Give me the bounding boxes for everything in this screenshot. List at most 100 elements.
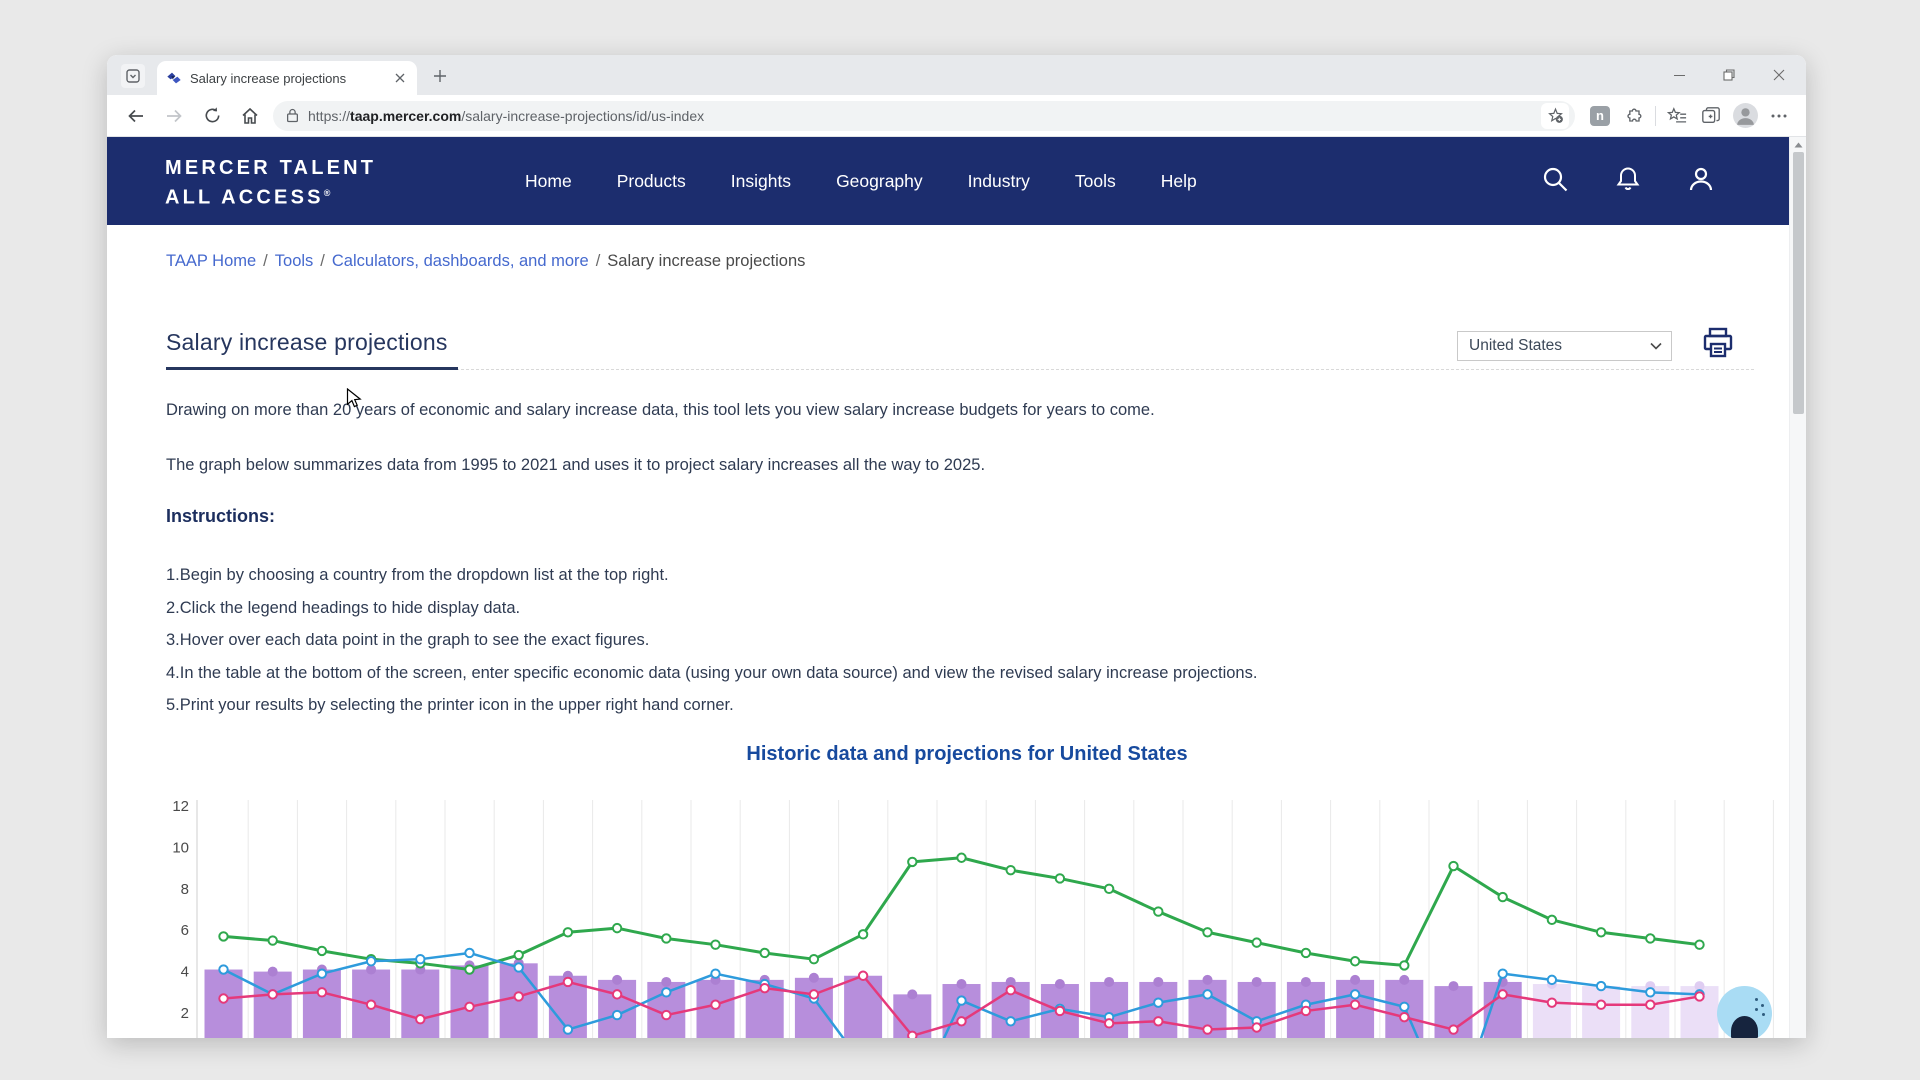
line-pink-point[interactable] bbox=[269, 990, 277, 998]
bar-2023[interactable] bbox=[1582, 986, 1620, 1038]
line-blue-point[interactable] bbox=[1400, 1003, 1408, 1011]
bar-marker[interactable] bbox=[1203, 975, 1213, 985]
line-pink-point[interactable] bbox=[1351, 1001, 1359, 1009]
bar-marker[interactable] bbox=[1449, 981, 1459, 991]
line-green-point[interactable] bbox=[219, 932, 227, 940]
line-blue-point[interactable] bbox=[1351, 990, 1359, 998]
line-pink-point[interactable] bbox=[1695, 992, 1703, 1000]
line-blue-point[interactable] bbox=[416, 955, 424, 963]
notifications-button[interactable] bbox=[1614, 165, 1642, 198]
print-button[interactable] bbox=[1699, 324, 1737, 362]
line-pink-point[interactable] bbox=[515, 992, 523, 1000]
line-pink-point[interactable] bbox=[219, 994, 227, 1002]
line-blue-point[interactable] bbox=[1203, 990, 1211, 998]
line-blue-point[interactable] bbox=[1646, 988, 1654, 996]
line-pink-point[interactable] bbox=[1105, 1019, 1113, 1027]
bar-marker[interactable] bbox=[1104, 977, 1114, 987]
bar-1995[interactable] bbox=[205, 970, 243, 1038]
line-green-point[interactable] bbox=[564, 928, 572, 936]
tab-actions-button[interactable] bbox=[121, 64, 145, 88]
line-green-point[interactable] bbox=[269, 936, 277, 944]
nav-item-insights[interactable]: Insights bbox=[731, 171, 791, 192]
line-pink-point[interactable] bbox=[564, 978, 572, 986]
line-green-point[interactable] bbox=[1351, 957, 1359, 965]
line-pink-point[interactable] bbox=[1499, 990, 1507, 998]
line-pink-point[interactable] bbox=[761, 984, 769, 992]
line-blue-point[interactable] bbox=[1548, 976, 1556, 984]
bar-marker[interactable] bbox=[907, 989, 917, 999]
bar-marker[interactable] bbox=[1301, 977, 1311, 987]
scroll-up-button[interactable] bbox=[1790, 139, 1806, 151]
line-green-point[interactable] bbox=[1449, 862, 1457, 870]
bar-marker[interactable] bbox=[1153, 977, 1163, 987]
site-logo[interactable]: MERCER TALENT ALL ACCESS® bbox=[165, 156, 376, 211]
home-button[interactable] bbox=[231, 99, 269, 133]
tab-close-button[interactable] bbox=[391, 70, 408, 87]
line-green-point[interactable] bbox=[859, 930, 867, 938]
bar-2014[interactable] bbox=[1139, 982, 1177, 1038]
new-tab-button[interactable] bbox=[429, 65, 450, 86]
line-pink-point[interactable] bbox=[416, 1015, 424, 1023]
line-green-point[interactable] bbox=[318, 947, 326, 955]
bar-2007[interactable] bbox=[795, 978, 833, 1038]
nav-item-help[interactable]: Help bbox=[1161, 171, 1197, 192]
line-pink-point[interactable] bbox=[1154, 1017, 1162, 1025]
extensions-button[interactable] bbox=[1617, 99, 1651, 133]
bar-2013[interactable] bbox=[1090, 982, 1128, 1038]
close-window-button[interactable] bbox=[1754, 55, 1804, 95]
line-pink-point[interactable] bbox=[1449, 1025, 1457, 1033]
bar-1999[interactable] bbox=[401, 970, 439, 1038]
minimize-button[interactable] bbox=[1654, 55, 1704, 95]
nav-item-home[interactable]: Home bbox=[525, 171, 572, 192]
line-blue-point[interactable] bbox=[711, 969, 719, 977]
line-blue-point[interactable] bbox=[1007, 1017, 1015, 1025]
line-pink-point[interactable] bbox=[1253, 1023, 1261, 1031]
bar-marker[interactable] bbox=[1055, 979, 1065, 989]
line-pink-point[interactable] bbox=[1548, 998, 1556, 1006]
line-green-point[interactable] bbox=[1597, 928, 1605, 936]
line-green-point[interactable] bbox=[662, 934, 670, 942]
line-pink-point[interactable] bbox=[908, 1032, 916, 1038]
line-pink-point[interactable] bbox=[318, 988, 326, 996]
line-blue-point[interactable] bbox=[318, 969, 326, 977]
nav-item-tools[interactable]: Tools bbox=[1075, 171, 1116, 192]
country-select[interactable]: United States bbox=[1457, 331, 1672, 361]
line-blue-point[interactable] bbox=[1597, 982, 1605, 990]
bar-marker[interactable] bbox=[612, 975, 622, 985]
bar-marker[interactable] bbox=[1399, 975, 1409, 985]
line-green-point[interactable] bbox=[1056, 874, 1064, 882]
line-pink-point[interactable] bbox=[1302, 1007, 1310, 1015]
bar-marker[interactable] bbox=[661, 977, 671, 987]
breadcrumb-link[interactable]: TAAP Home bbox=[166, 252, 256, 270]
line-green-point[interactable] bbox=[1646, 934, 1654, 942]
line-pink-point[interactable] bbox=[1597, 1001, 1605, 1009]
line-green-point[interactable] bbox=[465, 965, 473, 973]
line-blue-point[interactable] bbox=[957, 996, 965, 1004]
bar-marker[interactable] bbox=[809, 973, 819, 983]
breadcrumb-link[interactable]: Tools bbox=[275, 252, 314, 270]
scrollbar-thumb[interactable] bbox=[1793, 152, 1804, 414]
account-button[interactable] bbox=[1686, 164, 1716, 199]
line-pink-point[interactable] bbox=[1400, 1013, 1408, 1021]
line-pink-point[interactable] bbox=[1646, 1001, 1654, 1009]
line-pink-point[interactable] bbox=[367, 1001, 375, 1009]
line-green-point[interactable] bbox=[711, 940, 719, 948]
line-pink-point[interactable] bbox=[613, 990, 621, 998]
salary-projections-chart[interactable]: 24681012 bbox=[107, 792, 1806, 1038]
line-blue-point[interactable] bbox=[219, 965, 227, 973]
chat-widget-button[interactable] bbox=[1717, 986, 1772, 1038]
bar-marker[interactable] bbox=[1350, 975, 1360, 985]
line-green-point[interactable] bbox=[1154, 907, 1162, 915]
line-pink-point[interactable] bbox=[1007, 986, 1015, 994]
browser-tab[interactable]: Salary increase projections bbox=[157, 61, 417, 95]
line-green-point[interactable] bbox=[1253, 938, 1261, 946]
favorites-button[interactable] bbox=[1660, 99, 1694, 133]
bar-marker[interactable] bbox=[1252, 977, 1262, 987]
settings-menu-button[interactable] bbox=[1762, 99, 1796, 133]
line-green-point[interactable] bbox=[515, 951, 523, 959]
back-button[interactable] bbox=[117, 99, 155, 133]
line-green-point[interactable] bbox=[761, 949, 769, 957]
search-button[interactable] bbox=[1540, 164, 1570, 199]
nav-item-geography[interactable]: Geography bbox=[836, 171, 923, 192]
bar-2022[interactable] bbox=[1533, 984, 1571, 1038]
